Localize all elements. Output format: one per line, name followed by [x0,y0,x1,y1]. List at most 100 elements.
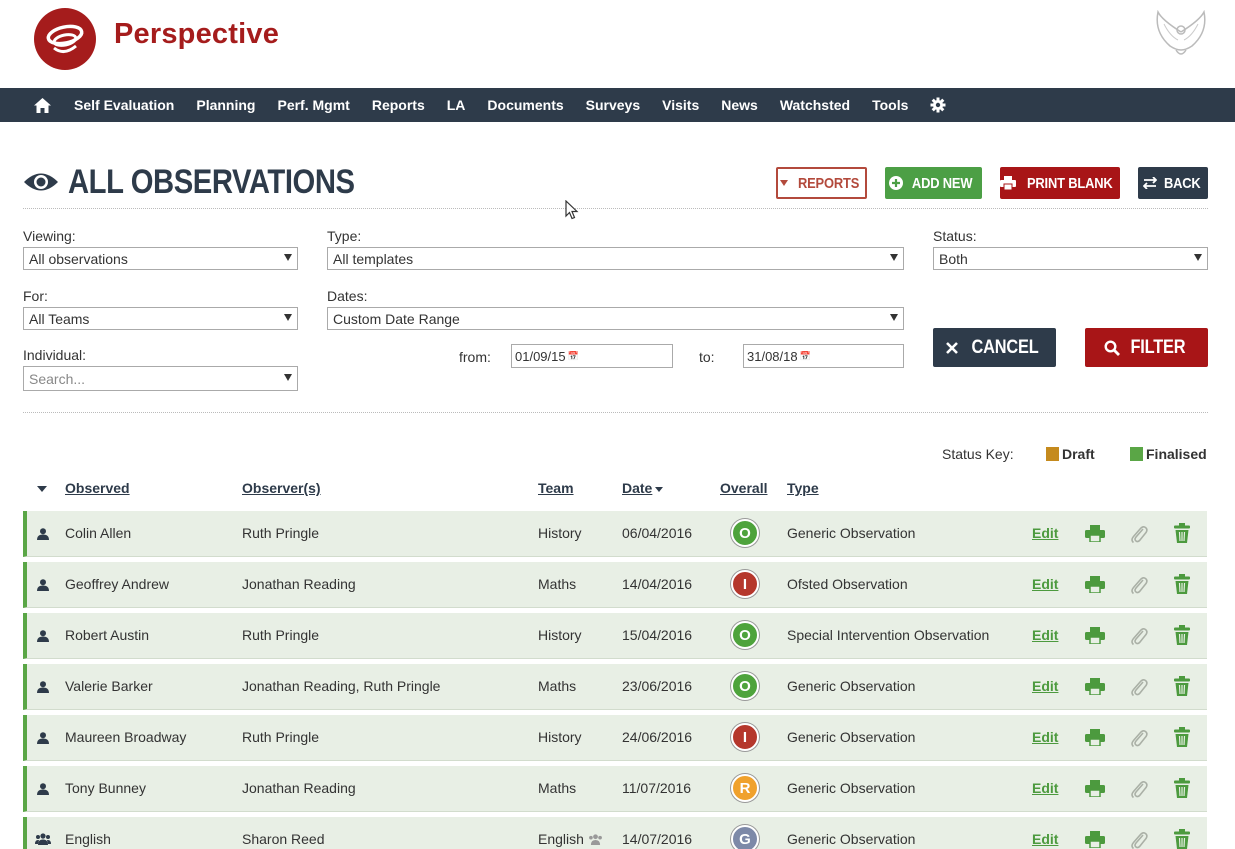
paperclip-icon[interactable] [1130,830,1148,849]
table-row[interactable]: English Sharon Reed English 14/07/2016 G Gene… [23,817,1207,849]
trash-icon[interactable] [1174,574,1190,599]
nav-item-tools[interactable]: Tools [872,97,908,113]
page-title: ALL OBSERVATIONS [68,162,355,201]
printer-icon[interactable] [1085,831,1105,849]
overall-grade-badge: O [731,621,759,649]
reports-button[interactable]: REPORTS [776,167,867,199]
trash-icon[interactable] [1174,778,1190,803]
print-blank-button[interactable]: PRINT BLANK [1000,167,1120,199]
team-cell: English [538,831,603,848]
trash-icon[interactable] [1174,625,1190,650]
for-select[interactable]: All Teams [23,307,298,330]
paperclip-icon[interactable] [1130,524,1148,549]
paperclip-icon[interactable] [1130,575,1148,600]
date-cell: 24/06/2016 [622,729,693,745]
nav-item-self-evaluation[interactable]: Self Evaluation [74,97,174,113]
type-cell: Special Intervention Observation [787,627,990,643]
trash-icon[interactable] [1174,727,1190,752]
table-row[interactable]: Colin Allen Ruth Pringle History 06/04/2016… [23,511,1207,557]
brand-name: Perspective [114,18,280,50]
edit-link[interactable]: Edit [1032,627,1058,643]
nav-item-documents[interactable]: Documents [487,97,563,113]
viewing-select[interactable]: All observations [23,247,298,270]
nav-item-reports[interactable]: Reports [372,97,425,113]
team-cell: History [538,627,582,643]
filter-button[interactable]: FILTER [1085,328,1208,367]
finalised-swatch [1130,447,1143,461]
printer-icon[interactable] [1085,525,1105,547]
nav-item-visits[interactable]: Visits [662,97,699,113]
gear-icon[interactable] [930,96,948,114]
date-cell: 06/04/2016 [622,525,693,541]
column-header-overall[interactable]: Overall [720,480,767,496]
table-row[interactable]: Geoffrey Andrew Jonathan Reading Maths 14/0… [23,562,1207,608]
nav-item-watchsted[interactable]: Watchsted [780,97,850,113]
printer-icon[interactable] [1085,729,1105,751]
nav-item-la[interactable]: LA [447,97,466,113]
eye-icon [24,173,58,191]
trash-icon[interactable] [1174,829,1190,849]
observers-cell: Ruth Pringle [242,525,320,541]
edit-link[interactable]: Edit [1032,576,1058,592]
printer-icon[interactable] [1085,780,1105,802]
status-key-label: Status Key: [942,446,1014,462]
edit-link[interactable]: Edit [1032,831,1058,847]
observed-cell: Colin Allen [65,525,132,541]
date-cell: 11/07/2016 [622,780,692,796]
column-header-team[interactable]: Team [538,480,574,496]
printer-icon[interactable] [1085,678,1105,700]
nav-item-news[interactable]: News [721,97,758,113]
person-icon [37,680,49,698]
column-header-type[interactable]: Type [787,480,819,496]
table-row[interactable]: Maureen Broadway Ruth Pringle History 24/06… [23,715,1207,761]
add-new-button[interactable]: ADD NEW [885,167,982,199]
from-date-input[interactable]: 01/09/15 📅 [511,344,673,368]
paperclip-icon[interactable] [1130,728,1148,753]
nav-item-planning[interactable]: Planning [196,97,255,113]
column-header-observers[interactable]: Observer(s) [242,480,321,496]
edit-link[interactable]: Edit [1032,525,1058,541]
paperclip-icon[interactable] [1130,626,1148,651]
individual-search-select[interactable]: Search... [23,366,298,391]
type-cell: Generic Observation [787,678,916,694]
observers-cell: Jonathan Reading [242,576,356,592]
type-select[interactable]: All templates [327,247,904,270]
paperclip-icon[interactable] [1130,779,1148,804]
printer-icon[interactable] [1085,627,1105,649]
table-row[interactable]: Robert Austin Ruth Pringle History 15/04/20… [23,613,1207,659]
home-icon[interactable] [34,96,52,114]
trash-icon[interactable] [1174,523,1190,548]
to-label: to: [699,349,715,365]
logo[interactable] [34,8,96,70]
edit-link[interactable]: Edit [1032,729,1058,745]
sort-toggle-icon[interactable] [37,486,47,492]
title-divider [23,208,1208,209]
table-row[interactable]: Tony Bunney Jonathan Reading Maths 11/07/20… [23,766,1207,812]
dates-select[interactable]: Custom Date Range [327,307,904,330]
edit-link[interactable]: Edit [1032,678,1058,694]
logo-swirl-icon [46,24,84,53]
angel-logo-icon [1156,10,1206,55]
to-date-input[interactable]: 31/08/18 📅 [743,344,904,368]
nav-item-surveys[interactable]: Surveys [586,97,640,113]
date-cell: 23/06/2016 [622,678,693,694]
paperclip-icon[interactable] [1130,677,1148,702]
date-cell: 15/04/2016 [622,627,693,643]
table-row[interactable]: Valerie Barker Jonathan Reading, Ruth Pri… [23,664,1207,710]
status-select[interactable]: Both [933,247,1208,270]
overall-grade-badge: O [731,672,759,700]
trash-icon[interactable] [1174,676,1190,701]
printer-icon [1000,176,1017,190]
column-header-date[interactable]: Date [622,480,664,496]
edit-link[interactable]: Edit [1032,780,1058,796]
for-label: For: [23,288,48,304]
column-header-observed[interactable]: Observed [65,480,130,496]
nav-item-perf-mgmt[interactable]: Perf. Mgmt [277,97,349,113]
date-cell: 14/04/2016 [622,576,693,592]
back-button[interactable]: BACK [1138,167,1208,199]
cancel-button[interactable]: CANCEL [933,328,1056,367]
form-divider [23,412,1208,413]
main-nav: Self Evaluation Planning Perf. Mgmt Repo… [0,88,1235,122]
type-cell: Generic Observation [787,780,916,796]
printer-icon[interactable] [1085,576,1105,598]
